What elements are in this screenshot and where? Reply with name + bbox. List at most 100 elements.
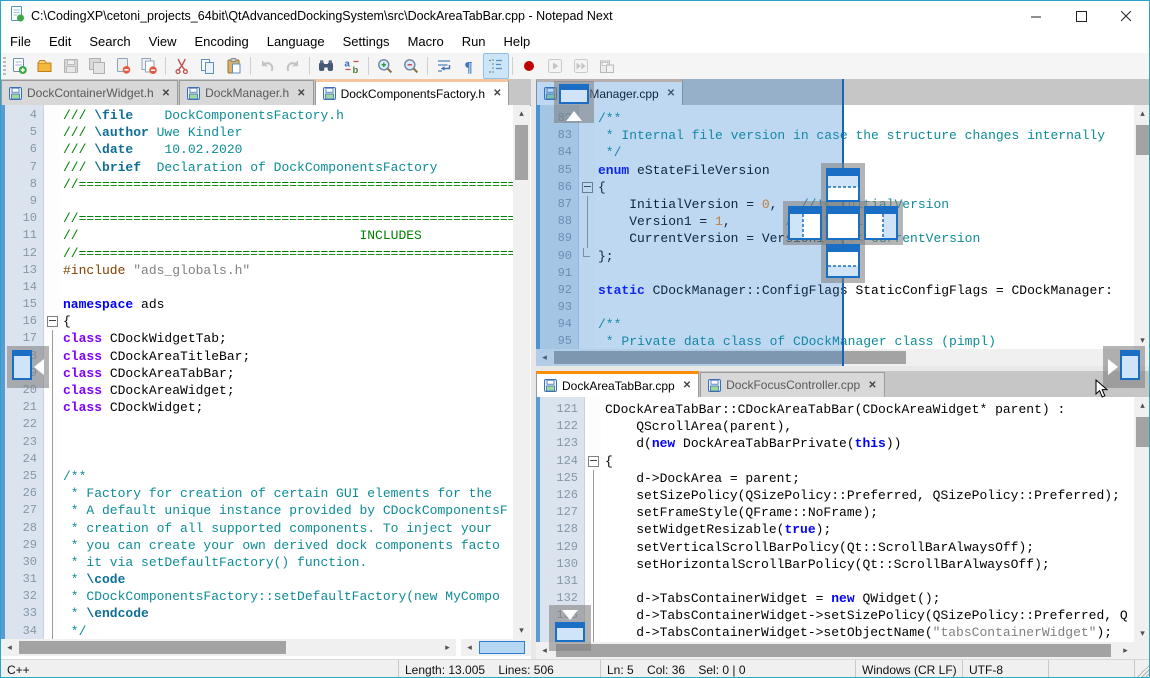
- document-stats[interactable]: Length: 13.005 Lines: 506: [399, 660, 601, 678]
- edge-right-indicator-icon[interactable]: [1103, 346, 1145, 388]
- code-area[interactable]: CDockAreaTabBar::CDockAreaTabBar(CDockAr…: [605, 397, 1134, 642]
- fold-marker: [44, 416, 60, 433]
- resize-grip[interactable]: [1135, 665, 1149, 678]
- code-line: //======================================…: [63, 176, 513, 193]
- tab-dockcontainerwidget-h[interactable]: DockContainerWidget.h✕: [1, 80, 178, 105]
- edge-bottom-indicator-icon[interactable]: [549, 605, 591, 651]
- horizontal-scrollbar[interactable]: ◂ ▸: [536, 642, 1134, 659]
- zoom-in-button[interactable]: [372, 53, 398, 79]
- scrollbar-thumb[interactable]: [19, 641, 286, 654]
- scrollbar-segment[interactable]: ◂: [461, 639, 531, 656]
- close-button[interactable]: [110, 53, 136, 79]
- redo-button[interactable]: [280, 53, 306, 79]
- tab-dockareatabbar-cpp[interactable]: DockAreaTabBar.cpp✕: [536, 371, 699, 397]
- tab-dockmanager-h[interactable]: DockManager.h✕: [179, 80, 313, 105]
- word-wrap-button[interactable]: [431, 53, 457, 79]
- close-tab-icon[interactable]: ✕: [683, 380, 691, 391]
- code-area[interactable]: /// \file DockComponentsFactory.h/// \au…: [63, 105, 513, 639]
- replace-button[interactable]: ab: [339, 53, 365, 79]
- dock-center-indicator-icon[interactable]: [826, 206, 860, 245]
- macro-play-button[interactable]: [542, 53, 568, 79]
- code-line: d(new DockAreaTabBarPrivate(this)): [605, 435, 1134, 452]
- menu-macro[interactable]: Macro: [399, 31, 453, 53]
- macro-save-button[interactable]: [594, 53, 620, 79]
- open-file-button[interactable]: [32, 53, 58, 79]
- indent-guide-button[interactable]: [483, 53, 509, 79]
- save-all-icon: [88, 57, 106, 75]
- close-tab-icon[interactable]: ✕: [297, 88, 305, 99]
- find-button[interactable]: [313, 53, 339, 79]
- extra[interactable]: [1049, 660, 1135, 678]
- menu-search[interactable]: Search: [80, 31, 139, 53]
- menu-edit[interactable]: Edit: [40, 31, 80, 53]
- title-bar[interactable]: C:\CodingXP\cetoni_projects_64bit\QtAdva…: [1, 1, 1149, 31]
- editor-dockareatabbar[interactable]: 1211221231241251261271281291301311321331…: [536, 397, 1134, 642]
- fold-marker: [585, 487, 601, 504]
- paste-button[interactable]: [221, 53, 247, 79]
- scrollbar-thumb-highlighted[interactable]: [479, 641, 525, 654]
- menu-view[interactable]: View: [140, 31, 186, 53]
- menu-language[interactable]: Language: [258, 31, 334, 53]
- minimize-button[interactable]: [1014, 2, 1059, 31]
- scrollbar-thumb[interactable]: [1136, 125, 1149, 155]
- scroll-right-icon[interactable]: ▸: [439, 639, 456, 656]
- scroll-up-icon[interactable]: ▴: [1134, 105, 1149, 122]
- redo-icon: [284, 57, 302, 75]
- scroll-left-icon[interactable]: ◂: [461, 639, 478, 656]
- scroll-down-icon[interactable]: ▾: [513, 622, 530, 639]
- code-line: d->TabsContainerWidget->setSizePolicy(QS…: [605, 607, 1134, 624]
- maximize-button[interactable]: [1059, 2, 1104, 31]
- dock-top-indicator-icon[interactable]: [826, 168, 860, 207]
- menu-help[interactable]: Help: [495, 31, 540, 53]
- eol-format[interactable]: Windows (CR LF): [856, 660, 963, 678]
- scroll-down-icon[interactable]: ▾: [1134, 625, 1149, 642]
- edge-left-indicator-icon[interactable]: [7, 346, 49, 388]
- save-all-button[interactable]: [84, 53, 110, 79]
- menu-encoding[interactable]: Encoding: [186, 31, 258, 53]
- code-line: class CDockAreaTabBar;: [63, 365, 513, 382]
- fold-marker[interactable]: [585, 453, 601, 470]
- copy-button[interactable]: [195, 53, 221, 79]
- encoding[interactable]: UTF-8: [963, 660, 1049, 678]
- undo-button[interactable]: [254, 53, 280, 79]
- language-indicator[interactable]: C++: [1, 660, 399, 678]
- dock-right-indicator-icon[interactable]: [864, 206, 898, 245]
- scroll-up-icon[interactable]: ▴: [513, 105, 530, 122]
- tab-dockfocuscontroller-cpp[interactable]: DockFocusController.cpp✕: [700, 372, 884, 397]
- scrollbar-thumb[interactable]: [1136, 417, 1149, 447]
- horizontal-scrollbar[interactable]: ◂ ▸: [1, 639, 456, 656]
- menu-run[interactable]: Run: [453, 31, 495, 53]
- zoom-out-button[interactable]: [398, 53, 424, 79]
- close-tab-icon[interactable]: ✕: [868, 380, 876, 391]
- scroll-up-icon[interactable]: ▴: [1134, 397, 1149, 414]
- vertical-scrollbar[interactable]: ▴ ▾: [1134, 105, 1149, 349]
- fold-marker[interactable]: [44, 313, 60, 330]
- close-tab-icon[interactable]: ✕: [162, 88, 170, 99]
- show-all-characters-button[interactable]: ¶: [457, 53, 483, 79]
- vertical-scrollbar[interactable]: ▴ ▾: [1134, 397, 1149, 642]
- scrollbar-thumb[interactable]: [556, 644, 1111, 657]
- edge-top-indicator-icon[interactable]: [554, 81, 594, 123]
- scroll-right-icon[interactable]: ▸: [1117, 642, 1134, 659]
- cursor-position[interactable]: Ln: 5 Col: 36 Sel: 0 | 0: [601, 660, 856, 678]
- scrollbar-thumb[interactable]: [515, 125, 528, 180]
- new-file-button[interactable]: [6, 53, 32, 79]
- code-line: * CDockComponentsFactory::setDefaultFact…: [63, 588, 513, 605]
- tab-dockcomponentsfactory-h[interactable]: DockComponentsFactory.h✕: [315, 79, 510, 105]
- close-all-button[interactable]: [136, 53, 162, 79]
- scroll-left-icon[interactable]: ◂: [1, 639, 18, 656]
- close-button[interactable]: [1104, 2, 1149, 31]
- editor-dockcomponentsfactory[interactable]: 4567891011121314151617181920212223242526…: [1, 105, 513, 639]
- macro-run-multiple-button[interactable]: [568, 53, 594, 79]
- dock-left-indicator-icon[interactable]: [788, 206, 822, 245]
- vertical-scrollbar[interactable]: ▴ ▾: [513, 105, 530, 639]
- save-button[interactable]: [58, 53, 84, 79]
- menu-settings[interactable]: Settings: [334, 31, 399, 53]
- macro-record-button[interactable]: [516, 53, 542, 79]
- cut-button[interactable]: [169, 53, 195, 79]
- toolbar-separator: [368, 57, 369, 75]
- dock-bottom-indicator-icon[interactable]: [826, 244, 860, 283]
- menu-file[interactable]: File: [1, 31, 40, 53]
- close-tab-icon[interactable]: ✕: [493, 88, 501, 99]
- show-all-characters-icon: ¶: [461, 57, 479, 75]
